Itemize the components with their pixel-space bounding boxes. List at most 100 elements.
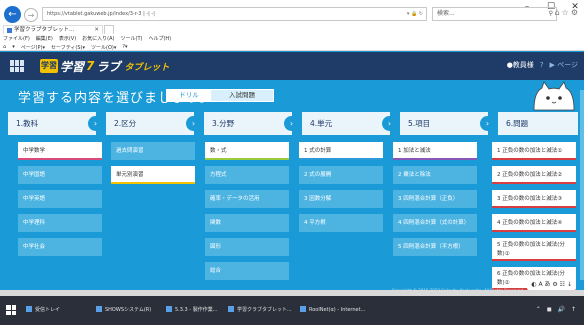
item-option[interactable]: 4 四則混合計算（式の計算） xyxy=(393,214,477,232)
menu-tools[interactable]: ツール(T) xyxy=(121,35,143,42)
site-logo[interactable]: 学習 学習 7 ラブ タブレット xyxy=(40,57,169,75)
search-icon[interactable]: ⚲ xyxy=(549,8,553,20)
menu-favorites[interactable]: お気に入り(A) xyxy=(82,35,114,42)
search-input[interactable]: 検索... ⚲ xyxy=(432,7,557,21)
help-menu[interactable]: ?▾ xyxy=(122,44,127,51)
browser-chrome: – ☐ ✕ ← → https://vtablet.gakuweb.jp/ind… xyxy=(0,0,584,51)
step-label: 6.問題 xyxy=(506,119,529,128)
command-bar: ⌂ ▾ ページ(P)▾ セーフティ(S)▾ ツール(O)▾ ?▾ xyxy=(3,44,128,51)
logo-text-suffix: ラブ xyxy=(96,59,121,74)
field-option[interactable]: 総合 xyxy=(205,262,289,280)
step-navigation: 1.教科 › 2.区分 › 3.分野 › 4.単元 › 5.項目 › 6.問題 xyxy=(8,112,584,135)
problem-option[interactable]: 4 正負の数の加法と減法④ xyxy=(492,214,576,232)
menu-file[interactable]: ファイル(F) xyxy=(3,35,30,42)
logo-text-number: 7 xyxy=(86,59,95,73)
main-content: 学習する内容を選びましょう。 ドリル 入試問題 1.教科 › 2.区分 › 3.… xyxy=(0,80,584,296)
problem-option[interactable]: 3 正負の数の加法と減法③ xyxy=(492,190,576,208)
apps-grid-icon[interactable] xyxy=(10,60,24,72)
ime-toolbar[interactable]: ◐ A あ ⚙ ☷ ↓ xyxy=(527,279,576,290)
problem-option[interactable]: 1 正負の数の加法と減法① xyxy=(492,142,576,160)
unit-column: 1 式の計算 2 式の展開 3 因数分解 4 平方根 xyxy=(299,142,383,238)
step-label: 5.項目 xyxy=(408,119,431,128)
url-text: https://vtablet.gakuweb.jp/index/3-r-3 |… xyxy=(47,11,155,17)
field-option[interactable]: 図形 xyxy=(205,238,289,256)
favorites-icon[interactable]: ⌂☆⚙ xyxy=(555,8,580,17)
problem-option[interactable]: 2 正負の数の加法と減法② xyxy=(492,166,576,184)
item-column: 1 加法と減法 2 乗法と除法 3 四則混合計算（正負） 4 四則混合計算（式の… xyxy=(393,142,477,262)
chevron-right-icon: › xyxy=(88,116,103,131)
field-option[interactable]: 関数 xyxy=(205,214,289,232)
mode-exam-button[interactable]: 入試問題 xyxy=(211,90,273,101)
system-tray[interactable]: ⌃ ◼ 🔊 ↑ xyxy=(536,306,578,313)
search-placeholder: 検索... xyxy=(437,10,455,17)
step-field[interactable]: 3.分野 › xyxy=(204,112,299,135)
menu-bar: ファイル(F) 編集(E) 表示(V) お気に入り(A) ツール(T) ヘルプ(… xyxy=(3,35,171,42)
taskbar-item[interactable]: SHOWSシステム(R) xyxy=(96,306,151,313)
unit-option[interactable]: 1 式の計算 xyxy=(299,142,383,160)
problem-option[interactable]: 5 正負の数の加法と減法(分数)① xyxy=(492,238,576,261)
problem-column: 1 正負の数の加法と減法① 2 正負の数の加法と減法② 3 正負の数の加法と減法… xyxy=(492,142,576,296)
vertical-scrollbar[interactable] xyxy=(580,90,584,280)
unit-option[interactable]: 3 因数分解 xyxy=(299,190,383,208)
field-option[interactable]: 方程式 xyxy=(205,166,289,184)
chevron-right-icon: › xyxy=(382,116,397,131)
menu-view[interactable]: 表示(V) xyxy=(59,35,76,42)
subject-option[interactable]: 中学英語 xyxy=(18,190,102,208)
subject-column: 中学数学 中学国語 中学英語 中学理科 中学社会 xyxy=(18,142,102,262)
step-subject[interactable]: 1.教科 › xyxy=(8,112,103,135)
site-header: 学習 学習 7 ラブ タブレット ●教員様 ? ▶ ページ xyxy=(0,52,584,80)
tab-title: 学習クラブタブレット... xyxy=(14,27,75,33)
step-label: 4.単元 xyxy=(310,119,333,128)
item-option[interactable]: 1 加法と減法 xyxy=(393,142,477,160)
division-option[interactable]: 過去問演習 xyxy=(111,142,195,160)
subject-option[interactable]: 中学社会 xyxy=(18,238,102,256)
header-right: ●教員様 ? ▶ ページ xyxy=(507,60,578,70)
subject-option[interactable]: 中学数学 xyxy=(18,142,102,160)
back-arrow-icon[interactable]: ← xyxy=(4,6,21,23)
mode-drill-button[interactable]: ドリル xyxy=(167,90,211,101)
field-option[interactable]: 数・式 xyxy=(205,142,289,160)
cat-mascot-icon xyxy=(533,81,575,111)
safety-menu[interactable]: セーフティ(S)▾ xyxy=(51,44,85,51)
home-icon[interactable]: ⌂ xyxy=(3,44,6,51)
logo-subtitle: タブレット xyxy=(124,62,170,73)
unit-option[interactable]: 4 平方根 xyxy=(299,214,383,232)
item-option[interactable]: 3 四則混合計算（正負） xyxy=(393,190,477,208)
tools-menu[interactable]: ツール(O)▾ xyxy=(91,44,116,51)
windows-start-icon[interactable] xyxy=(6,305,16,315)
user-label[interactable]: ●教員様 xyxy=(507,60,534,70)
step-item[interactable]: 5.項目 › xyxy=(400,112,495,135)
step-problem[interactable]: 6.問題 xyxy=(498,112,578,135)
step-division[interactable]: 2.区分 › xyxy=(106,112,201,135)
logo-mark: 学習 xyxy=(40,59,58,73)
taskbar-item[interactable]: RoolNet(α) - Internet... xyxy=(300,306,365,313)
forward-arrow-icon[interactable]: → xyxy=(24,8,38,22)
subject-option[interactable]: 中学理科 xyxy=(18,214,102,232)
taskbar-item[interactable]: 5.3.3 - 製作作業... xyxy=(166,306,217,313)
page-link[interactable]: ▶ ページ xyxy=(550,60,578,70)
step-label: 3.分野 xyxy=(212,119,235,128)
field-option[interactable]: 確率・データの活用 xyxy=(205,190,289,208)
item-option[interactable]: 5 四則混合計算（平方根） xyxy=(393,238,477,256)
new-tab-button[interactable] xyxy=(104,25,114,34)
toolbar-item[interactable]: ▾ xyxy=(12,44,15,51)
item-option[interactable]: 2 乗法と除法 xyxy=(393,166,477,184)
division-option[interactable]: 単元別演習 xyxy=(111,166,195,184)
help-button[interactable]: ? xyxy=(540,61,544,69)
menu-edit[interactable]: 編集(E) xyxy=(36,35,53,42)
division-column: 過去問演習 単元別演習 xyxy=(111,142,195,190)
menu-help[interactable]: ヘルプ(H) xyxy=(148,35,171,42)
subject-option[interactable]: 中学国語 xyxy=(18,166,102,184)
unit-option[interactable]: 2 式の展開 xyxy=(299,166,383,184)
step-unit[interactable]: 4.単元 › xyxy=(302,112,397,135)
address-bar-controls[interactable]: ▾ 🔒 ↻ xyxy=(407,8,423,20)
address-bar[interactable]: https://vtablet.gakuweb.jp/index/3-r-3 |… xyxy=(42,7,427,21)
page-menu[interactable]: ページ(P)▾ xyxy=(21,44,45,51)
chevron-right-icon: › xyxy=(284,116,299,131)
taskbar-item[interactable]: 学習クラブタブレット... xyxy=(228,306,292,313)
field-column: 数・式 方程式 確率・データの活用 関数 図形 総合 xyxy=(205,142,289,286)
browser-tab[interactable]: 学習クラブタブレット... ✕ xyxy=(3,25,103,34)
mode-toggle: ドリル 入試問題 xyxy=(166,89,274,102)
taskbar-item[interactable]: 受信トレイ xyxy=(26,306,60,313)
tab-close-icon[interactable]: ✕ xyxy=(94,26,99,35)
